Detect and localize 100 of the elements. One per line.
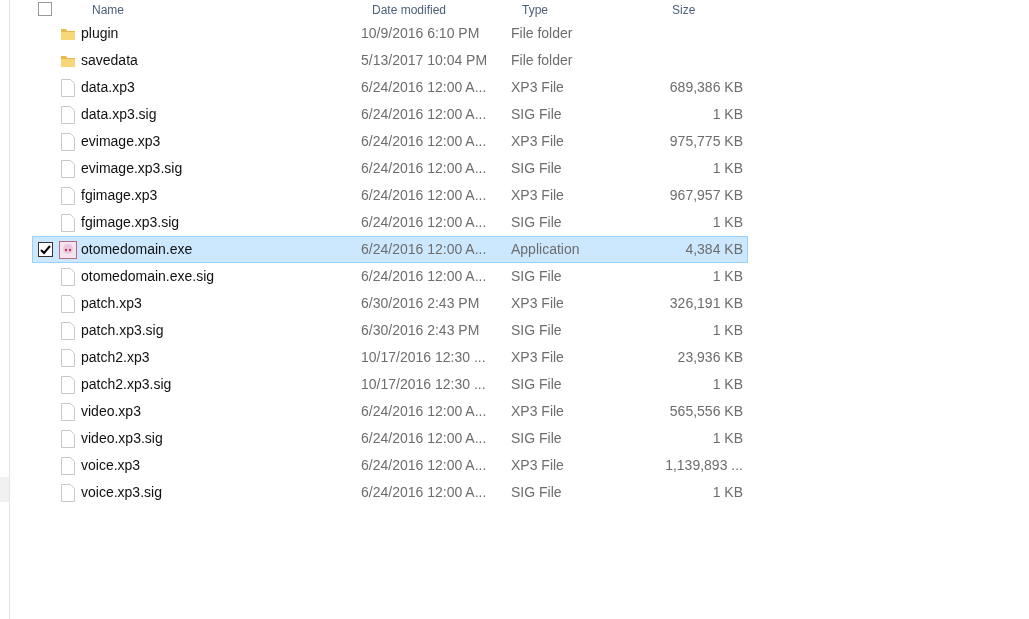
file-icon bbox=[61, 456, 75, 475]
file-type: SIG File bbox=[511, 105, 563, 124]
file-row[interactable]: otomedomain.exe.sig 6/24/2016 12:00 A... SIG File 1 KB bbox=[32, 263, 748, 290]
file-row[interactable]: patch.xp3.sig 6/30/2016 2:43 PM SIG File 1 KB bbox=[32, 317, 748, 344]
file-row[interactable]: evimage.xp3.sig 6/24/2016 12:00 A... SIG File 1 KB bbox=[32, 155, 748, 182]
select-all-checkbox[interactable] bbox=[38, 2, 52, 16]
file-icon bbox=[61, 348, 75, 367]
scrollbar-thumb[interactable] bbox=[0, 477, 9, 502]
file-size: 689,386 KB bbox=[668, 78, 743, 97]
file-row[interactable]: plugin 10/9/2016 6:10 PM File folder bbox=[32, 20, 748, 47]
file-type: SIG File bbox=[511, 375, 563, 394]
file-icon bbox=[61, 159, 75, 178]
file-size: 967,957 KB bbox=[668, 186, 743, 205]
file-row[interactable]: voice.xp3 6/24/2016 12:00 A... XP3 File 1,139,893 ... bbox=[32, 452, 748, 479]
column-header[interactable]: Size bbox=[672, 4, 696, 16]
file-row[interactable]: fgimage.xp3 6/24/2016 12:00 A... XP3 File 967,957 KB bbox=[32, 182, 748, 209]
date-modified: 6/24/2016 12:00 A... bbox=[361, 132, 488, 151]
file-name: otomedomain.exe.sig bbox=[81, 267, 216, 286]
file-type: XP3 File bbox=[511, 348, 565, 367]
file-type: SIG File bbox=[511, 429, 563, 448]
row-checkbox[interactable] bbox=[37, 242, 53, 257]
file-type: XP3 File bbox=[511, 132, 565, 151]
file-type: SIG File bbox=[511, 267, 563, 286]
file-size: 1 KB bbox=[711, 159, 743, 178]
file-size: 4,384 KB bbox=[684, 240, 743, 259]
file-name: patch.xp3 bbox=[81, 294, 143, 313]
file-name: patch2.xp3 bbox=[81, 348, 151, 367]
date-modified: 6/30/2016 2:43 PM bbox=[361, 294, 481, 313]
file-icon bbox=[61, 375, 75, 394]
app-icon bbox=[59, 240, 77, 259]
file-row[interactable]: voice.xp3.sig 6/24/2016 12:00 A... SIG File 1 KB bbox=[32, 479, 748, 506]
file-icon bbox=[61, 186, 75, 205]
checkmark-icon bbox=[39, 244, 51, 255]
file-row[interactable]: video.xp3 6/24/2016 12:00 A... XP3 File 565,556 KB bbox=[32, 398, 748, 425]
file-icon bbox=[61, 294, 75, 313]
date-modified: 6/24/2016 12:00 A... bbox=[361, 213, 488, 232]
file-row[interactable]: evimage.xp3 6/24/2016 12:00 A... XP3 File 975,775 KB bbox=[32, 128, 748, 155]
file-name: video.xp3.sig bbox=[81, 429, 164, 448]
date-modified: 6/24/2016 12:00 A... bbox=[361, 402, 488, 421]
date-modified: 10/17/2016 12:30 ... bbox=[361, 348, 487, 367]
file-size: 1 KB bbox=[711, 483, 743, 502]
file-type: XP3 File bbox=[511, 456, 565, 475]
file-name: voice.xp3 bbox=[81, 456, 142, 475]
file-icon bbox=[61, 105, 75, 124]
file-row[interactable]: fgimage.xp3.sig 6/24/2016 12:00 A... SIG File 1 KB bbox=[32, 209, 748, 236]
file-name: patch.xp3.sig bbox=[81, 321, 165, 340]
file-row[interactable]: patch2.xp3.sig 10/17/2016 12:30 ... SIG File 1 KB bbox=[32, 371, 748, 398]
file-name: patch2.xp3.sig bbox=[81, 375, 173, 394]
file-size: 1 KB bbox=[711, 429, 743, 448]
file-type: XP3 File bbox=[511, 402, 565, 421]
file-icon bbox=[61, 402, 75, 421]
date-modified: 10/17/2016 12:30 ... bbox=[361, 375, 487, 394]
file-row[interactable]: data.xp3 6/24/2016 12:00 A... XP3 File 689,386 KB bbox=[32, 74, 748, 101]
file-name: data.xp3 bbox=[81, 78, 136, 97]
file-row[interactable]: otomedomain.exe 6/24/2016 12:00 A... Application 4,384 KB bbox=[32, 236, 748, 263]
date-modified: 6/24/2016 12:00 A... bbox=[361, 159, 488, 178]
file-size: 1 KB bbox=[711, 321, 743, 340]
file-size: 1 KB bbox=[711, 105, 743, 124]
file-type: XP3 File bbox=[511, 186, 565, 205]
column-header[interactable]: Date modified bbox=[372, 4, 522, 16]
file-name: evimage.xp3 bbox=[81, 132, 162, 151]
file-icon bbox=[61, 213, 75, 232]
file-name: plugin bbox=[81, 24, 120, 43]
file-size: 1 KB bbox=[711, 213, 743, 232]
file-icon bbox=[61, 321, 75, 340]
date-modified: 6/24/2016 12:00 A... bbox=[361, 456, 488, 475]
file-type: File folder bbox=[511, 51, 574, 70]
file-name: video.xp3 bbox=[81, 402, 142, 421]
file-icon bbox=[61, 78, 75, 97]
file-size: 326,191 KB bbox=[668, 294, 743, 313]
file-type: File folder bbox=[511, 24, 574, 43]
date-modified: 6/24/2016 12:00 A... bbox=[361, 483, 488, 502]
date-modified: 6/24/2016 12:00 A... bbox=[361, 186, 488, 205]
file-icon bbox=[61, 132, 75, 151]
file-name: otomedomain.exe bbox=[81, 240, 194, 259]
date-modified: 6/24/2016 12:00 A... bbox=[361, 78, 488, 97]
date-modified: 6/24/2016 12:00 A... bbox=[361, 105, 488, 124]
date-modified: 6/24/2016 12:00 A... bbox=[361, 267, 488, 286]
file-row[interactable]: patch2.xp3 10/17/2016 12:30 ... XP3 File 23,936 KB bbox=[32, 344, 748, 371]
date-modified: 6/24/2016 12:00 A... bbox=[361, 429, 488, 448]
file-name: savedata bbox=[81, 51, 139, 70]
file-size: 565,556 KB bbox=[668, 402, 743, 421]
file-size: 1 KB bbox=[711, 375, 743, 394]
column-header[interactable]: Type bbox=[522, 4, 672, 16]
file-name: data.xp3.sig bbox=[81, 105, 158, 124]
column-header[interactable]: Name bbox=[92, 4, 372, 16]
date-modified: 6/30/2016 2:43 PM bbox=[361, 321, 481, 340]
file-row[interactable]: data.xp3.sig 6/24/2016 12:00 A... SIG File 1 KB bbox=[32, 101, 748, 128]
file-size: 975,775 KB bbox=[668, 132, 743, 151]
file-row[interactable]: patch.xp3 6/30/2016 2:43 PM XP3 File 326,191 KB bbox=[32, 290, 748, 317]
date-modified: 5/13/2017 10:04 PM bbox=[361, 51, 489, 70]
file-row[interactable]: video.xp3.sig 6/24/2016 12:00 A... SIG File 1 KB bbox=[32, 425, 748, 452]
file-size: 1 KB bbox=[711, 267, 743, 286]
file-type: SIG File bbox=[511, 483, 563, 502]
file-type: SIG File bbox=[511, 213, 563, 232]
file-type: SIG File bbox=[511, 159, 563, 178]
file-type: XP3 File bbox=[511, 294, 565, 313]
file-type: XP3 File bbox=[511, 78, 565, 97]
file-row[interactable]: savedata 5/13/2017 10:04 PM File folder bbox=[32, 47, 748, 74]
file-name: voice.xp3.sig bbox=[81, 483, 163, 502]
